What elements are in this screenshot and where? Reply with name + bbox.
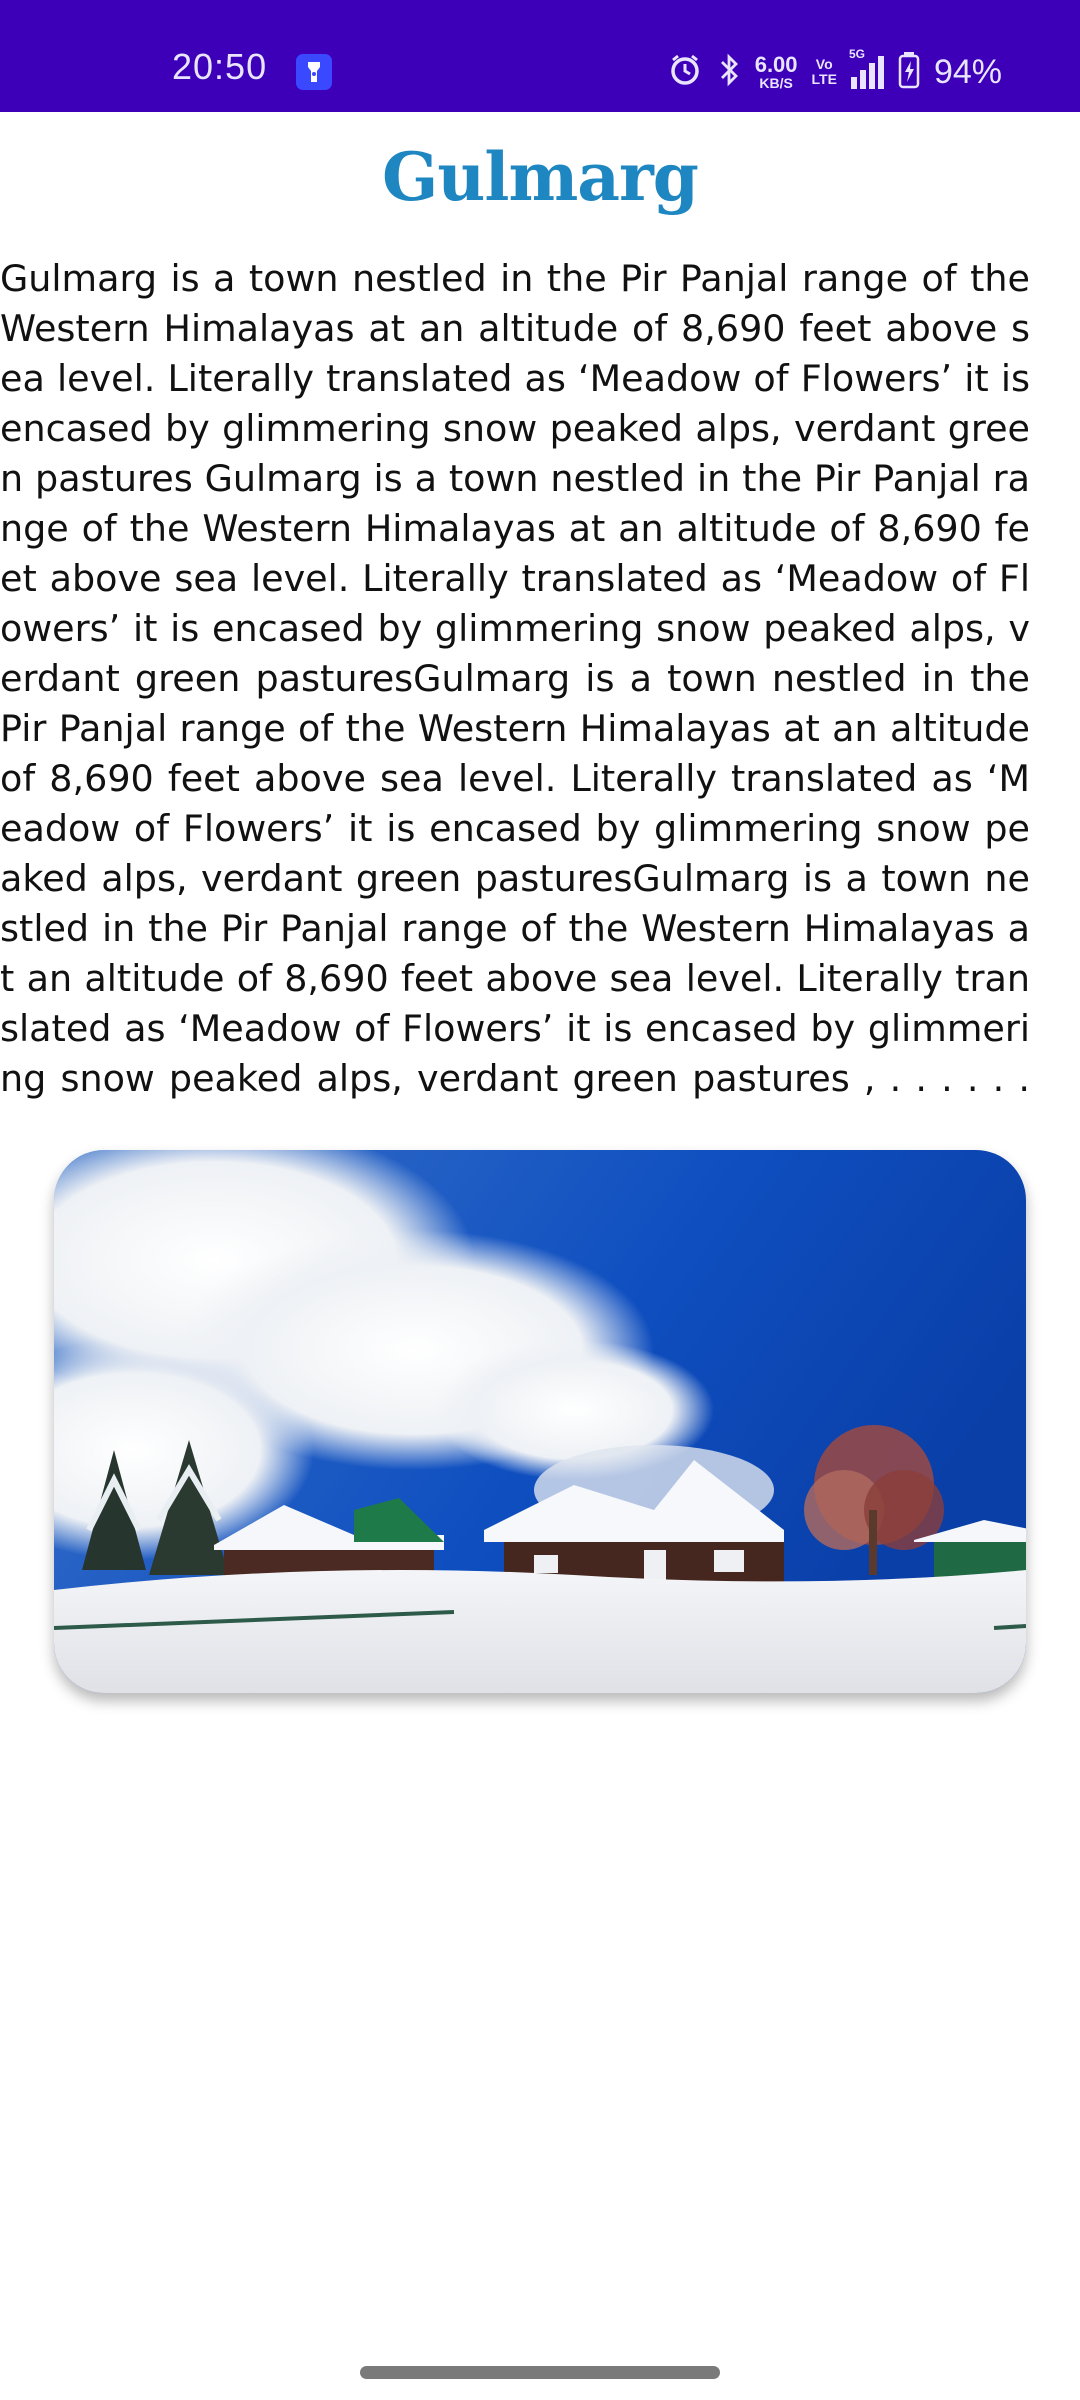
signal-bar — [868, 63, 875, 89]
status-time: 20:50 — [172, 46, 268, 87]
battery-charging-icon — [898, 51, 920, 93]
status-bar: 20:50 6.00 KB/S Vo LTE 5G 94% — [0, 0, 1080, 112]
volte-top: Vo — [815, 55, 833, 72]
signal-bar — [850, 77, 857, 89]
network-speed-unit: KB/S — [759, 75, 793, 91]
gulmarg-image — [54, 1150, 1026, 1693]
alarm-icon — [667, 52, 703, 92]
description-text: Gulmarg is a town nestled in the Pir Pan… — [0, 257, 1030, 1100]
torch-app-icon — [296, 54, 332, 90]
network-speed-value: 6.00 — [754, 52, 798, 77]
network-type: 5G — [848, 47, 865, 61]
network-speed: 6.00 KB/S — [754, 52, 798, 91]
battery-percentage: 94% — [933, 52, 1002, 91]
signal-icon: 5G — [849, 47, 884, 89]
home-indicator[interactable] — [360, 2366, 720, 2379]
signal-bar — [859, 70, 866, 89]
landscape-photo-icon — [54, 1150, 1026, 1693]
volte-bottom: LTE — [811, 71, 837, 87]
volte-indicator: Vo LTE — [811, 55, 837, 88]
status-icons: 6.00 KB/S Vo LTE 5G 94% — [667, 47, 1002, 96]
signal-bar — [877, 56, 884, 89]
page-title: Gulmarg — [382, 138, 699, 216]
bluetooth-icon — [717, 52, 741, 92]
